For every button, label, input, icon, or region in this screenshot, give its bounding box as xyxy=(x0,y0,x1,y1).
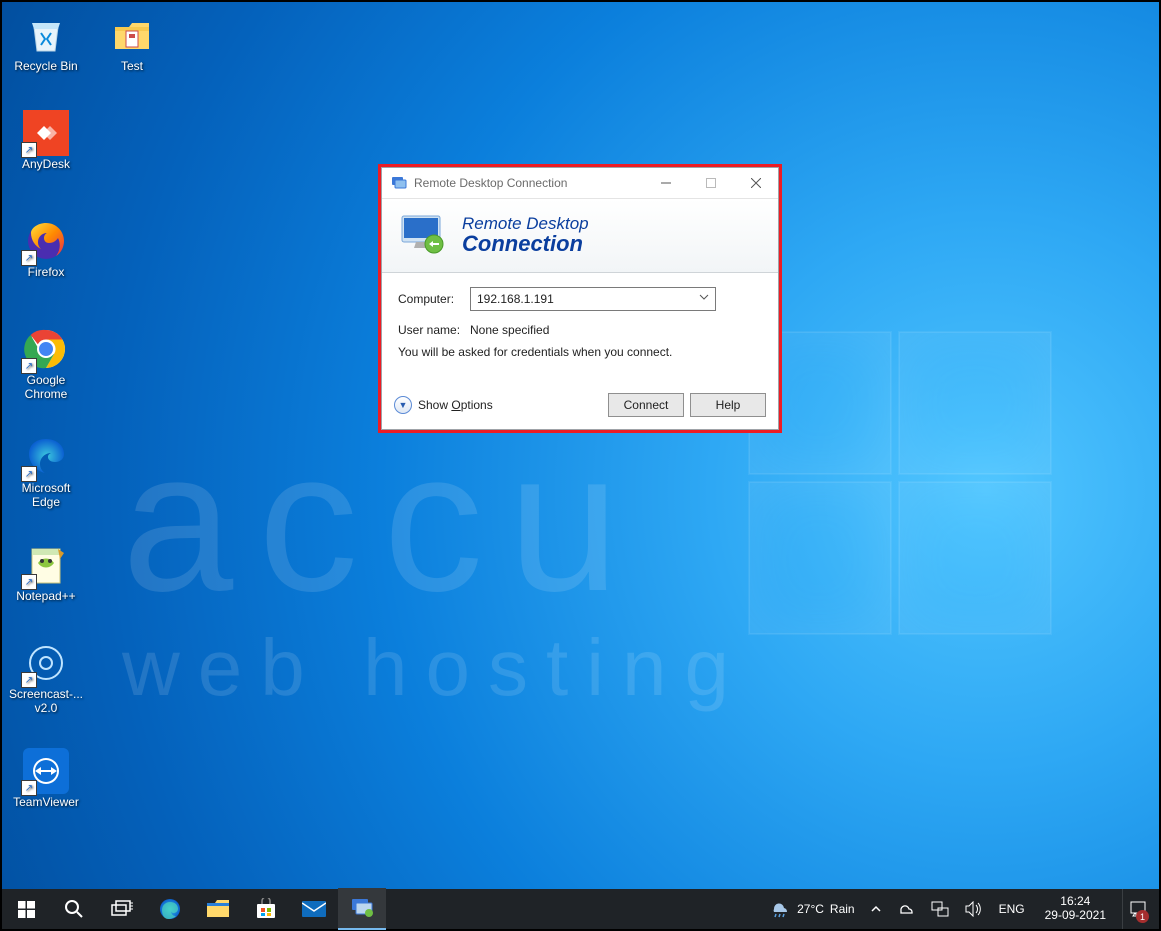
desktop-icon-label: Test xyxy=(94,60,170,74)
search-button[interactable] xyxy=(50,889,98,929)
taskbar-app-explorer[interactable] xyxy=(194,889,242,929)
desktop-icon-label: AnyDesk xyxy=(8,158,84,172)
rdc-app-icon xyxy=(390,174,408,192)
window-title: Remote Desktop Connection xyxy=(414,176,643,190)
desktop-icon-label: Recycle Bin xyxy=(8,60,84,74)
rdc-banner-icon xyxy=(398,214,450,258)
desktop-icon-recycle-bin[interactable]: Recycle Bin xyxy=(8,12,84,74)
windows-logo-watermark xyxy=(749,332,1049,632)
system-tray: 27°C Rain ENG 16:24 29-09-2021 1 xyxy=(759,889,1159,929)
desktop-icon-label: Notepad++ xyxy=(8,590,84,604)
task-view-button[interactable] xyxy=(98,889,146,929)
clock-time: 16:24 xyxy=(1045,895,1106,909)
weather-cond: Rain xyxy=(830,902,855,916)
banner-line2: Connection xyxy=(462,232,589,256)
taskbar-app-mail[interactable] xyxy=(290,889,338,929)
language-indicator[interactable]: ENG xyxy=(995,889,1029,929)
action-center-button[interactable]: 1 xyxy=(1122,889,1153,929)
desktop-icon-label: Screencast-... v2.0 xyxy=(8,688,84,716)
taskbar-app-rdc[interactable] xyxy=(338,888,386,930)
rdc-highlight-frame: Remote Desktop Connection Remote Desktop… xyxy=(378,164,782,433)
taskbar[interactable]: 27°C Rain ENG 16:24 29-09-2021 1 xyxy=(2,889,1159,929)
window-titlebar[interactable]: Remote Desktop Connection xyxy=(382,168,778,199)
show-options-toggle[interactable]: ▼ Show Options xyxy=(394,396,493,414)
banner-line1: Remote Desktop xyxy=(462,215,589,232)
network-icon[interactable] xyxy=(927,889,953,929)
chevron-down-icon: ▼ xyxy=(394,396,412,414)
desktop-icon-chrome[interactable]: ↗ Google Chrome xyxy=(8,326,84,402)
computer-value: 192.168.1.191 xyxy=(477,292,554,306)
credentials-note: You will be asked for credentials when y… xyxy=(398,345,762,359)
taskbar-app-store[interactable] xyxy=(242,889,290,929)
desktop-icon-teamviewer[interactable]: ↗ TeamViewer xyxy=(8,748,84,810)
desktop-icon-edge[interactable]: ↗ Microsoft Edge xyxy=(8,434,84,510)
computer-label: Computer: xyxy=(398,292,470,306)
desktop-icon-label: TeamViewer xyxy=(8,796,84,810)
desktop[interactable]: accu web hosting Recycle Bin ↗ AnyDesk ↗… xyxy=(2,2,1159,890)
start-button[interactable] xyxy=(2,889,50,929)
taskbar-clock[interactable]: 16:24 29-09-2021 xyxy=(1037,895,1114,923)
desktop-icon-test-folder[interactable]: Test xyxy=(94,12,170,74)
desktop-icon-firefox[interactable]: ↗ Firefox xyxy=(8,218,84,280)
rdc-banner: Remote Desktop Connection xyxy=(382,199,778,273)
clock-date: 29-09-2021 xyxy=(1045,909,1106,923)
maximize-button[interactable] xyxy=(688,168,733,198)
desktop-icon-anydesk[interactable]: ↗ AnyDesk xyxy=(8,110,84,172)
onedrive-icon[interactable] xyxy=(893,889,919,929)
taskbar-app-edge[interactable] xyxy=(146,889,194,929)
volume-icon[interactable] xyxy=(961,889,987,929)
computer-combo[interactable]: 192.168.1.191 xyxy=(470,287,716,311)
desktop-icon-notepadpp[interactable]: ↗ Notepad++ xyxy=(8,542,84,604)
weather-temp: 27°C xyxy=(797,902,824,916)
tray-overflow-button[interactable] xyxy=(867,889,885,929)
minimize-button[interactable] xyxy=(643,168,688,198)
chevron-down-icon xyxy=(699,292,709,302)
notification-badge: 1 xyxy=(1136,910,1149,923)
desktop-icon-screencast[interactable]: ↗ Screencast-... v2.0 xyxy=(8,640,84,716)
desktop-icon-label: Microsoft Edge xyxy=(8,482,84,510)
username-label: User name: xyxy=(398,323,470,337)
desktop-icon-label: Google Chrome xyxy=(8,374,84,402)
help-button[interactable]: Help xyxy=(690,393,766,417)
desktop-icon-label: Firefox xyxy=(8,266,84,280)
connect-button[interactable]: Connect xyxy=(608,393,684,417)
close-button[interactable] xyxy=(733,168,778,198)
remote-desktop-window[interactable]: Remote Desktop Connection Remote Desktop… xyxy=(381,167,779,430)
watermark-text-bottom: web hosting xyxy=(122,622,1119,714)
weather-widget[interactable]: 27°C Rain xyxy=(765,889,859,929)
username-value: None specified xyxy=(470,323,549,337)
